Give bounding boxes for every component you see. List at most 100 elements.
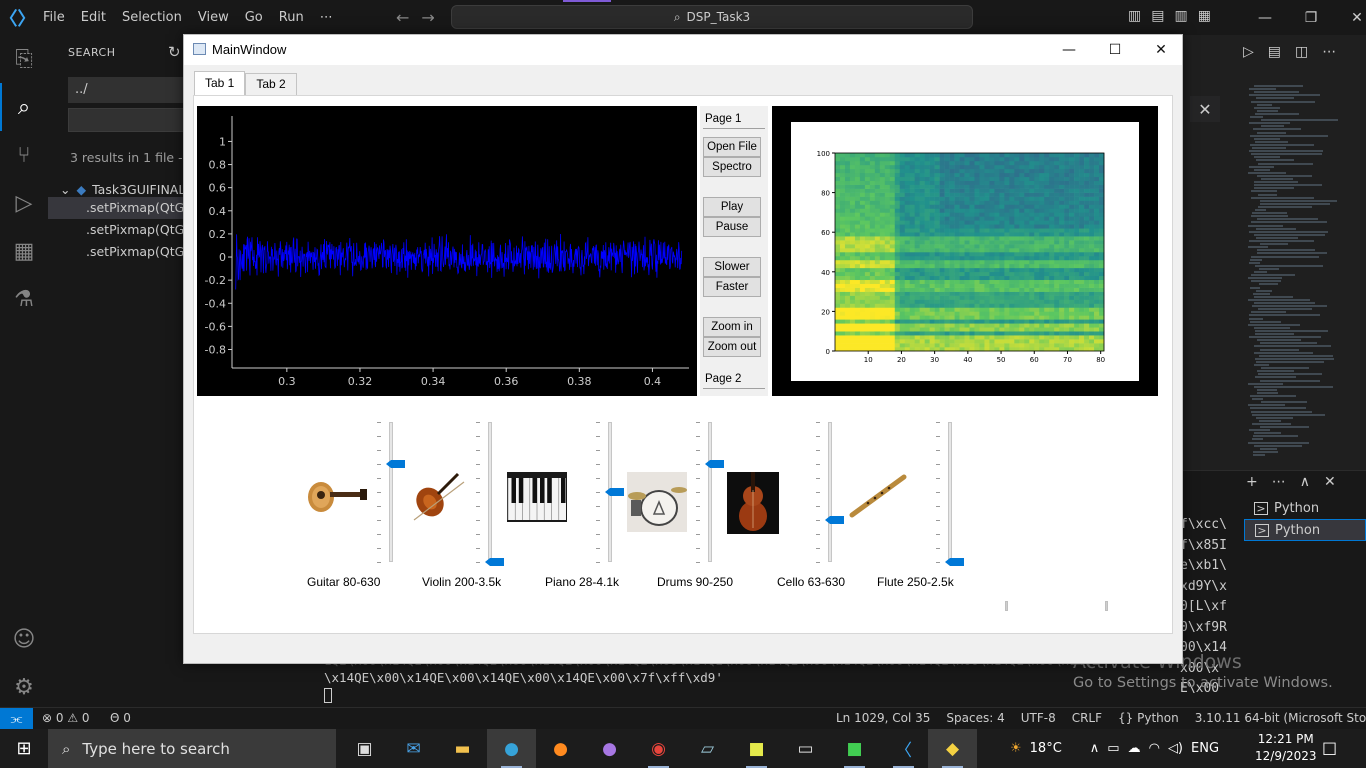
cursor-position[interactable]: Ln 1029, Col 35 bbox=[836, 711, 930, 726]
run-debug-icon[interactable]: ▷ bbox=[0, 179, 48, 227]
slower-button[interactable]: Slower bbox=[703, 257, 761, 277]
menu-more[interactable]: ⋯ bbox=[312, 0, 341, 35]
slider-handle[interactable] bbox=[605, 488, 624, 496]
qt-minimize-icon[interactable]: — bbox=[1046, 35, 1092, 65]
toggle-sidebar-icon[interactable]: ▥ bbox=[1128, 8, 1141, 24]
toggle-panel-icon[interactable]: ▤ bbox=[1151, 8, 1164, 24]
temperature[interactable]: 18°C bbox=[1030, 741, 1062, 756]
equalizer-slider-flute[interactable] bbox=[948, 422, 952, 562]
battery-icon[interactable]: ▭ bbox=[1107, 741, 1119, 756]
account-icon[interactable]: ☺ bbox=[0, 615, 48, 663]
task-view-icon[interactable]: ▣ bbox=[340, 729, 389, 768]
mail-icon[interactable]: ✉ bbox=[389, 729, 438, 768]
encoding[interactable]: UTF-8 bbox=[1021, 711, 1056, 726]
wifi-icon[interactable]: ◠ bbox=[1149, 741, 1160, 756]
equalizer-slider-drums[interactable] bbox=[708, 422, 712, 562]
notepad-icon[interactable]: ▱ bbox=[683, 729, 732, 768]
qt-designer-icon[interactable]: ■ bbox=[830, 729, 879, 768]
close-icon[interactable]: ✕ bbox=[1334, 0, 1366, 35]
terminal-session[interactable]: > Python bbox=[1244, 519, 1366, 541]
vscode-taskbar-icon[interactable]: 〈 bbox=[879, 729, 928, 768]
indentation[interactable]: Spaces: 4 bbox=[946, 711, 1004, 726]
input-language[interactable]: ENG bbox=[1191, 741, 1219, 756]
new-terminal-icon[interactable]: + bbox=[1246, 474, 1258, 490]
menu-view[interactable]: View bbox=[190, 0, 237, 35]
notification-center-icon[interactable]: □ bbox=[1322, 738, 1337, 757]
minimap[interactable] bbox=[1240, 85, 1350, 465]
search-activity-icon[interactable]: ⌕ bbox=[0, 83, 48, 131]
zoom-in-button[interactable]: Zoom in bbox=[703, 317, 761, 337]
split-editor-icon[interactable]: ◫ bbox=[1295, 44, 1308, 60]
menu-go[interactable]: Go bbox=[237, 0, 271, 35]
menu-selection[interactable]: Selection bbox=[114, 0, 190, 35]
windows-start-icon[interactable]: ⊞ bbox=[0, 729, 48, 768]
open-file-button[interactable]: Open File bbox=[703, 137, 761, 157]
terminal-session[interactable]: > Python bbox=[1244, 497, 1366, 519]
close-panel-icon[interactable]: ✕ bbox=[1324, 474, 1336, 490]
back-arrow-icon[interactable]: ← bbox=[396, 8, 409, 27]
pause-button[interactable]: Pause bbox=[703, 217, 761, 237]
more-actions-icon[interactable]: ⋯ bbox=[1322, 44, 1336, 60]
problems-indicator[interactable]: ⊗ 0 ⚠ 0 bbox=[42, 711, 90, 725]
open-changes-icon[interactable]: ▤ bbox=[1268, 44, 1281, 60]
slider-handle[interactable] bbox=[386, 460, 405, 468]
minimize-icon[interactable]: — bbox=[1242, 0, 1288, 35]
tab-1[interactable]: Tab 1 bbox=[194, 71, 246, 95]
run-python-icon[interactable]: ▷ bbox=[1243, 44, 1254, 60]
play-button[interactable]: Play bbox=[703, 197, 761, 217]
show-hidden-icons-icon[interactable]: ∧ bbox=[1090, 741, 1100, 756]
command-center[interactable]: ⌕ DSP_Task3 bbox=[451, 5, 973, 29]
extensions-icon[interactable]: ▦ bbox=[0, 227, 48, 275]
page-1-label[interactable]: Page 1 bbox=[705, 113, 741, 125]
equalizer-slider-cello[interactable] bbox=[828, 422, 832, 562]
edge-browser-icon[interactable]: ● bbox=[487, 729, 536, 768]
testing-icon[interactable]: ⚗ bbox=[0, 275, 48, 323]
settings-gear-icon[interactable]: ⚙ bbox=[0, 663, 48, 711]
remote-indicator-icon[interactable]: ⫘ bbox=[0, 708, 33, 730]
weather-icon[interactable]: ☀ bbox=[1010, 741, 1022, 756]
horizontal-slider-handle[interactable] bbox=[1105, 601, 1108, 611]
chrome-icon[interactable]: ◉ bbox=[634, 729, 683, 768]
github-desktop-icon[interactable]: ● bbox=[585, 729, 634, 768]
maximize-panel-icon[interactable]: ∧ bbox=[1300, 474, 1310, 490]
explorer-icon[interactable]: ⎘ bbox=[0, 35, 48, 83]
pycharm-icon[interactable]: ■ bbox=[732, 729, 781, 768]
python-app-icon[interactable]: ◆ bbox=[928, 729, 977, 768]
menu-file[interactable]: File bbox=[35, 0, 73, 35]
python-interpreter[interactable]: 3.10.11 64-bit (Microsoft Store) bbox=[1195, 711, 1366, 726]
customize-layout-icon[interactable]: ▦ bbox=[1198, 8, 1211, 24]
menu-edit[interactable]: Edit bbox=[73, 0, 114, 35]
waveform-plot[interactable]: 1 0.8 0.6 0.4 0.2 0 -0.2 -0.4 -0.6 -0.8 0.3 0.32 0.3… bbox=[197, 106, 697, 396]
terminal-app-icon[interactable]: ▭ bbox=[781, 729, 830, 768]
restore-icon[interactable]: ❐ bbox=[1288, 0, 1334, 35]
zoom-out-button[interactable]: Zoom out bbox=[703, 337, 761, 357]
refresh-icon[interactable]: ↻ bbox=[168, 43, 181, 61]
menu-run[interactable]: Run bbox=[271, 0, 312, 35]
taskbar-clock[interactable]: 12:21 PM 12/9/2023 bbox=[1255, 731, 1317, 765]
volume-icon[interactable]: ◁) bbox=[1168, 741, 1183, 756]
find-widget-close-icon[interactable]: ✕ bbox=[1190, 96, 1220, 122]
equalizer-slider-guitar[interactable] bbox=[389, 422, 393, 562]
ports-indicator[interactable]: Θ 0 bbox=[110, 711, 131, 725]
tab-2[interactable]: Tab 2 bbox=[245, 73, 297, 95]
slider-handle[interactable] bbox=[825, 516, 844, 524]
slider-handle[interactable] bbox=[945, 558, 964, 566]
firefox-icon[interactable]: ● bbox=[536, 729, 585, 768]
spectrogram-plot[interactable]: 100 80 60 40 20 0 10 20 30 40 50 60 70 80 bbox=[772, 106, 1158, 396]
line-endings[interactable]: CRLF bbox=[1072, 711, 1102, 726]
terminal-more-icon[interactable]: ⋯ bbox=[1272, 474, 1286, 490]
taskbar-search[interactable]: ⌕ Type here to search bbox=[48, 729, 336, 768]
slider-handle[interactable] bbox=[485, 558, 504, 566]
toggle-secondary-sidebar-icon[interactable]: ▥ bbox=[1174, 8, 1187, 24]
qt-close-icon[interactable]: ✕ bbox=[1138, 35, 1184, 65]
page-2-label[interactable]: Page 2 bbox=[705, 373, 741, 385]
slider-handle[interactable] bbox=[705, 460, 724, 468]
onedrive-icon[interactable]: ☁ bbox=[1128, 741, 1141, 756]
qt-maximize-icon[interactable]: ☐ bbox=[1092, 35, 1138, 65]
faster-button[interactable]: Faster bbox=[703, 277, 761, 297]
horizontal-slider-handle[interactable] bbox=[1005, 601, 1008, 611]
source-control-icon[interactable]: ⑂ bbox=[0, 131, 48, 179]
equalizer-slider-violin[interactable] bbox=[488, 422, 492, 562]
file-explorer-icon[interactable]: ▬ bbox=[438, 729, 487, 768]
language-mode[interactable]: {} Python bbox=[1118, 711, 1179, 726]
